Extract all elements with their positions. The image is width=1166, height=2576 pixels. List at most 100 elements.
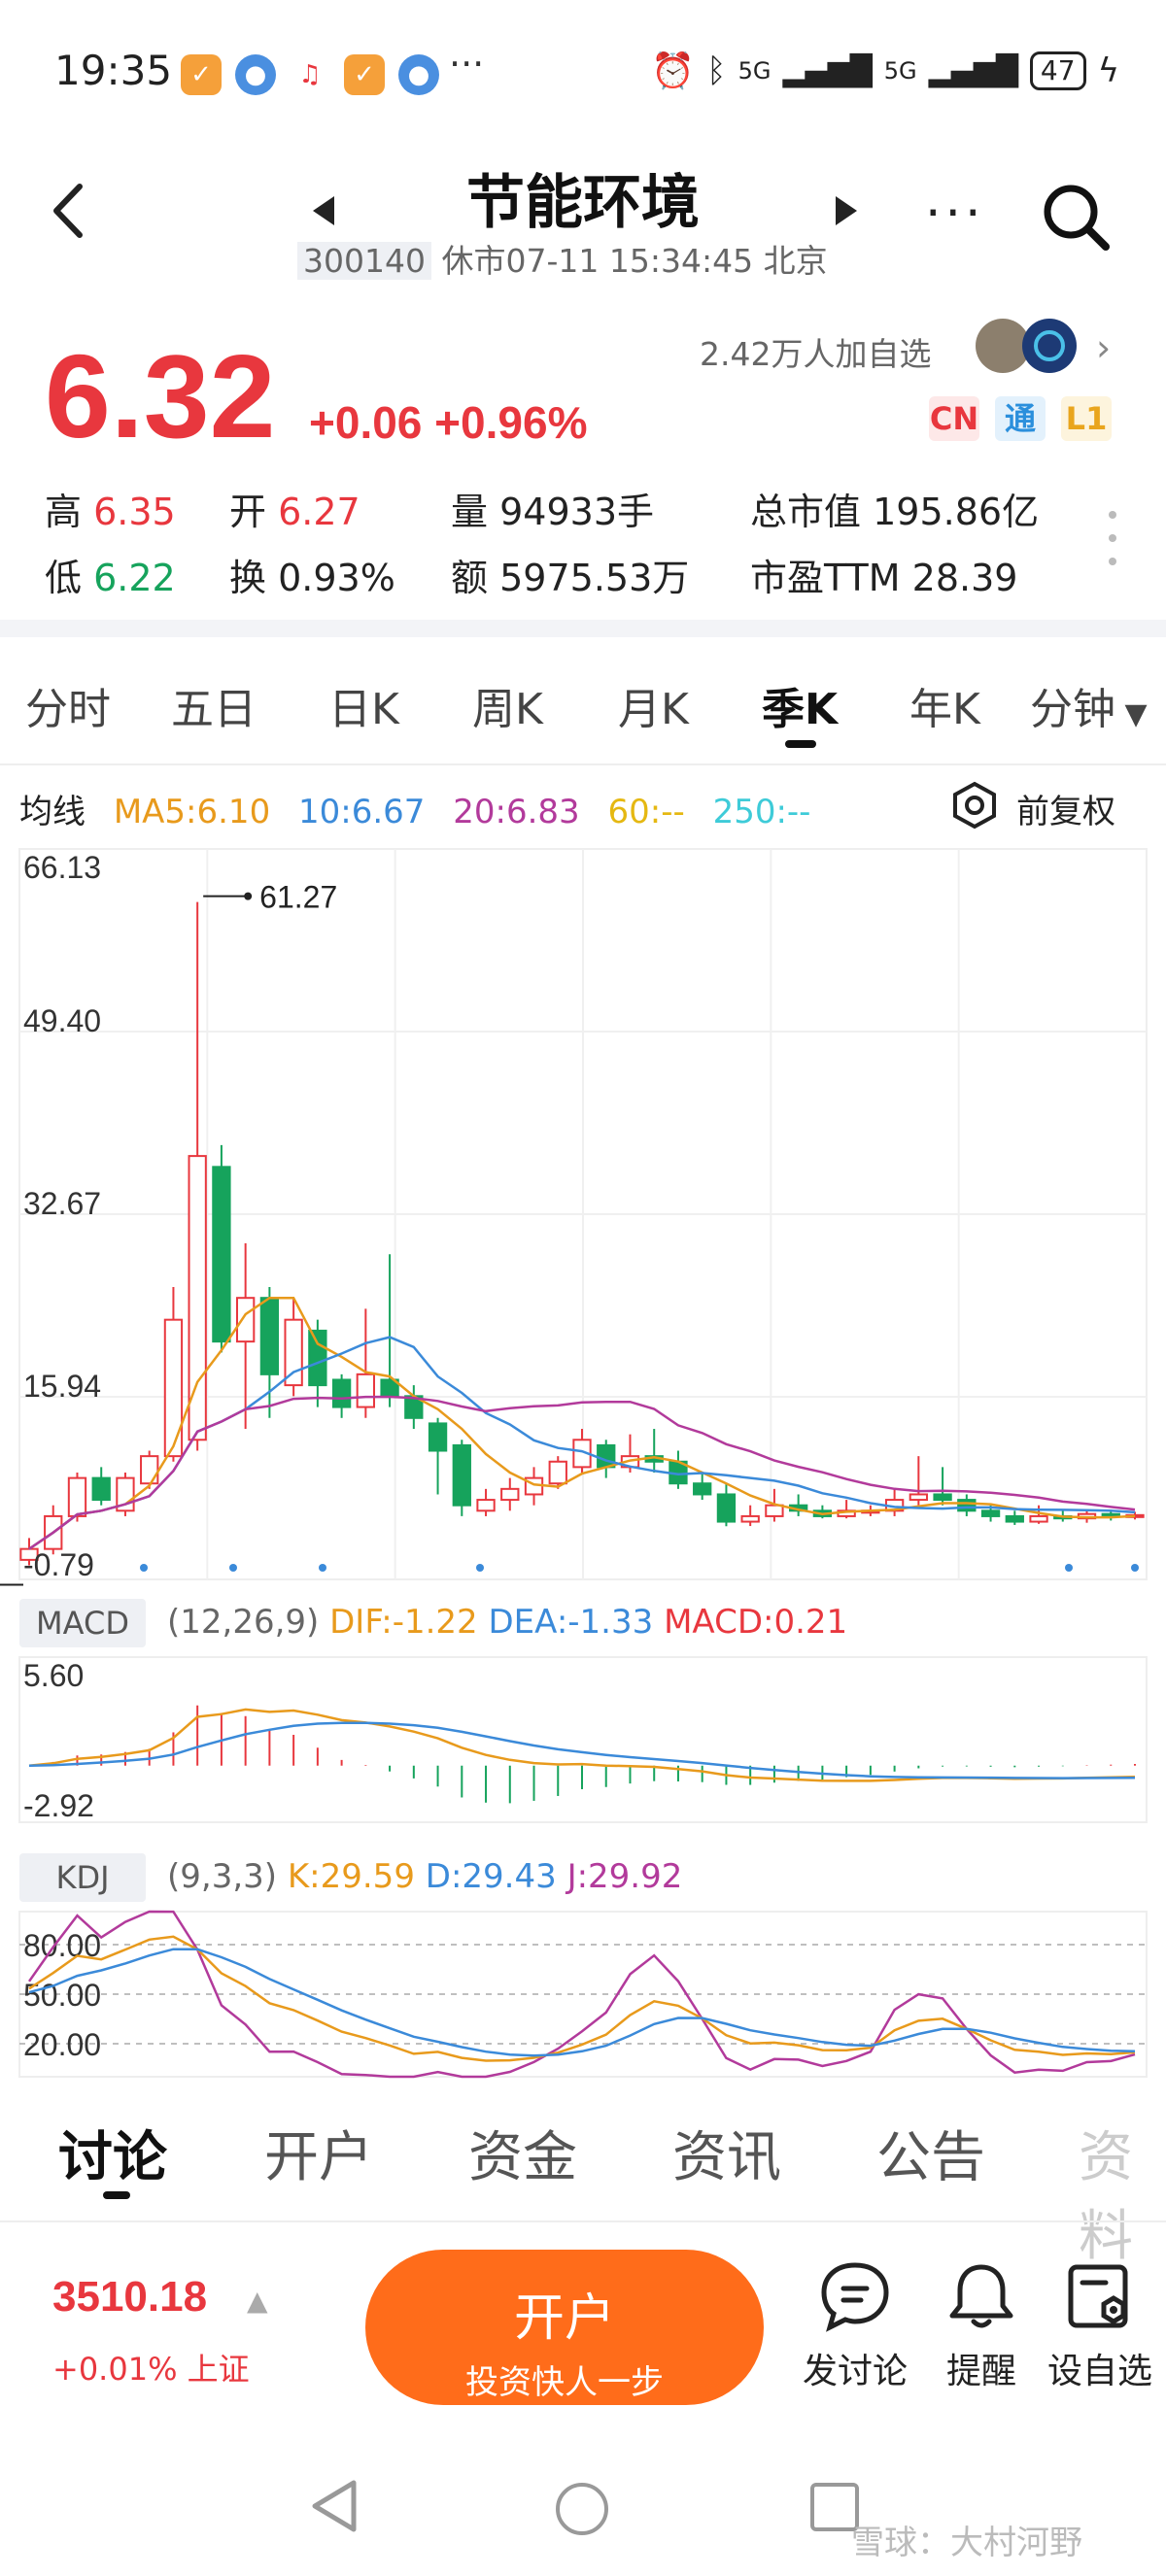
triangle-up-icon: ▲ [247, 2285, 268, 2317]
y-tick-label: 49.40 [23, 1003, 101, 1038]
event-marker [1065, 1564, 1073, 1572]
section-divider [0, 620, 1166, 637]
candle-body [212, 1166, 231, 1343]
max-annotation-dot [244, 892, 253, 900]
status-bar: 19:35 ✓ ● ♫ ✓ ● ··· ⏰ ᛒ 5G ▂▄▆█ 5G ▂▄▆█ … [0, 0, 1166, 146]
macd-label[interactable]: MACD [19, 1599, 146, 1647]
music-app-icon: ♫ [290, 54, 330, 95]
tab-quarter-k[interactable]: 季K [762, 674, 838, 736]
watchers-count[interactable]: 2.42万人加自选 [700, 328, 931, 375]
kdj-label[interactable]: KDJ [19, 1853, 146, 1902]
tab-timeshare[interactable]: 分时 [25, 674, 111, 736]
candle-body [452, 1443, 471, 1507]
tab-five-day[interactable]: 五日 [171, 674, 257, 736]
tab-news[interactable]: 资讯 [672, 2114, 781, 2192]
back-button[interactable] [45, 177, 103, 245]
stat-turnover: 换 0.93% [229, 557, 395, 599]
tab-month-k[interactable]: 月K [618, 674, 689, 736]
kdj-legend: (9,3,3) K:29.59 D:29.43 J:29.92 [167, 1857, 683, 1896]
tab-capital[interactable]: 资金 [468, 2114, 577, 2192]
candle-body [91, 1476, 111, 1502]
more-button[interactable]: ··· [925, 185, 985, 243]
macd-frame [18, 1656, 1148, 1823]
search-button[interactable] [1040, 181, 1114, 254]
status-more-icon: ··· [449, 43, 485, 85]
watcher-avatars[interactable] [974, 317, 1090, 375]
active-tab-indicator [785, 740, 816, 748]
tab-week-k[interactable]: 周K [472, 674, 543, 736]
stat-pe-ttm: 市盈TTM 28.39 [750, 557, 1018, 599]
d-line [28, 1948, 1136, 2057]
market-status: 休市07-11 15:34:45 北京 [441, 242, 828, 280]
nav-back-button[interactable] [307, 2477, 360, 2539]
app-notification-icon-2: ✓ [344, 54, 385, 95]
ma250-value: 250:-- [712, 793, 811, 831]
stat-high: 高 6.35 [45, 491, 176, 533]
bluetooth-icon: ᛒ [706, 51, 727, 90]
nav-home-button[interactable] [556, 2483, 608, 2535]
page-title: 节能环境 [466, 169, 700, 237]
search-icon [1044, 185, 1110, 251]
chevron-right-icon[interactable]: › [1096, 326, 1111, 369]
add-watchlist-button[interactable]: 设自选 [1047, 2259, 1152, 2393]
stock-code: 300140 [297, 242, 431, 280]
candle-body [500, 1487, 520, 1502]
app-notification-icon: ✓ [181, 54, 222, 95]
tab-discussion[interactable]: 讨论 [58, 2114, 167, 2192]
candle-body [476, 1499, 496, 1512]
candle-body [765, 1504, 784, 1517]
avatar [1022, 319, 1077, 373]
event-marker [319, 1564, 326, 1572]
ma10-value: 10:6.67 [298, 793, 426, 831]
bottom-tab-indicator [103, 2191, 130, 2199]
stat-open: 开 6.27 [229, 491, 360, 533]
settings-hexagon-icon[interactable] [950, 781, 999, 830]
candle-body [693, 1482, 712, 1496]
globe-app-icon-2: ● [398, 54, 439, 95]
next-stock-button[interactable] [832, 194, 861, 236]
tab-year-k[interactable]: 年K [909, 674, 980, 736]
macd-legend: (12,26,9) DIF:-1.22 DEA:-1.33 MACD:0.21 [167, 1603, 848, 1642]
bell-icon [949, 2264, 1013, 2328]
adjust-mode[interactable]: 前复权 [1016, 785, 1115, 832]
index-change[interactable]: +0.01% 上证 [52, 2345, 250, 2390]
kdj-panel: 80.0050.0020.00 [18, 1910, 1148, 2079]
caret-down-icon: ▼ [1115, 697, 1148, 731]
vertical-more-icon[interactable] [1108, 507, 1117, 569]
reminder-button[interactable]: 提醒 [944, 2259, 1018, 2393]
l1-tag: L1 [1061, 396, 1112, 441]
post-discussion-button[interactable]: 发讨论 [803, 2259, 908, 2393]
signal-icon: ▂▄▆█ [782, 53, 873, 88]
price-change: +0.06 +0.96% [309, 397, 588, 448]
tab-announcements[interactable]: 公告 [876, 2114, 985, 2192]
tab-profile[interactable]: 资料 [1079, 2114, 1166, 2271]
index-value[interactable]: 3510.18 [52, 2273, 207, 2322]
signal-icon-2: ▂▄▆█ [928, 53, 1018, 88]
tab-open-account[interactable]: 开户 [264, 2114, 373, 2192]
candle-body [957, 1499, 977, 1512]
candle-body [308, 1329, 327, 1387]
stat-low: 低 6.22 [45, 557, 176, 599]
globe-app-icon: ● [235, 54, 276, 95]
network-label-1: 5G [737, 57, 772, 85]
charging-icon: ϟ [1097, 51, 1119, 90]
candle-body [933, 1493, 952, 1502]
tab-day-k[interactable]: 日K [328, 674, 399, 736]
candle-body [716, 1493, 737, 1523]
ma5-value: MA5:6.10 [113, 793, 271, 831]
candle-body [235, 1297, 256, 1343]
nav-back-icon [312, 2480, 357, 2532]
open-account-button[interactable]: 开户 投资快人一步 [365, 2250, 764, 2405]
tab-minute[interactable]: 分钟 ▼ [1030, 674, 1148, 736]
candle-body [163, 1318, 184, 1458]
tab-divider [0, 763, 1166, 765]
y-tick-label: 66.13 [23, 850, 101, 885]
alarm-icon: ⏰ [651, 51, 696, 91]
avatar [976, 319, 1030, 373]
ma60-value: 60:-- [607, 793, 685, 831]
prev-stock-button[interactable] [309, 194, 338, 236]
bottom-divider [0, 2220, 1166, 2222]
tong-tag: 通 [995, 396, 1046, 441]
candle-body [548, 1460, 567, 1485]
stat-market-cap: 总市值 195.86亿 [750, 491, 1040, 533]
